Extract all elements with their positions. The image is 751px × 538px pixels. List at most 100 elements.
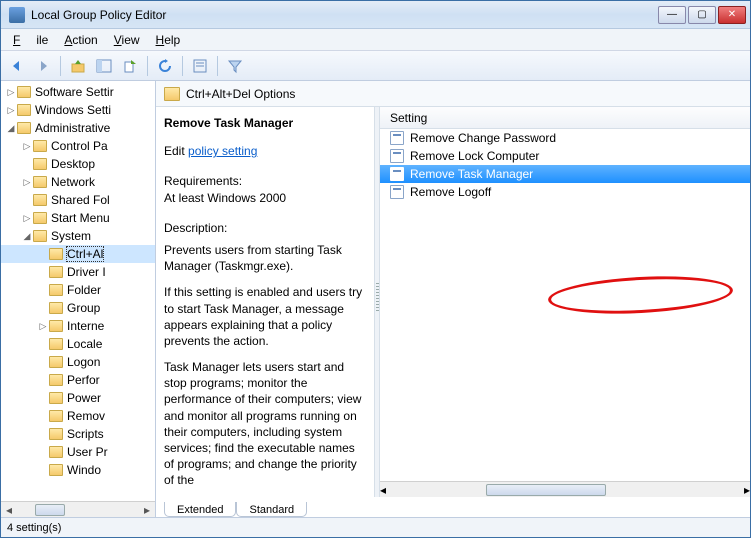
tree-item[interactable]: Scripts <box>1 425 155 443</box>
filter-button[interactable] <box>223 54 247 78</box>
tree-item-label: Logon <box>67 355 100 369</box>
tree-item[interactable]: Power <box>1 389 155 407</box>
expand-icon[interactable]: ▷ <box>37 321 49 332</box>
folder-icon <box>49 320 63 332</box>
tree-item[interactable]: Desktop <box>1 155 155 173</box>
list-column-header[interactable]: Setting <box>380 107 750 129</box>
tree-item[interactable]: Group <box>1 299 155 317</box>
tree-item-label: Network <box>51 175 95 189</box>
tree-item[interactable]: ▷ Windows Setti <box>1 101 155 119</box>
breadcrumb-label: Ctrl+Alt+Del Options <box>186 87 295 101</box>
app-window: Local Group Policy Editor — ▢ ✕ File Act… <box>0 0 751 538</box>
expand-icon[interactable]: ▷ <box>21 141 33 152</box>
list-row[interactable]: Remove Logoff <box>380 183 750 201</box>
tree-item[interactable]: ▷ Start Menu <box>1 209 155 227</box>
tree-item-label: Interne <box>67 319 104 333</box>
tree-item[interactable]: Ctrl+Al <box>1 245 155 263</box>
tree-item-label: Ctrl+Al <box>67 247 103 261</box>
policy-icon <box>390 131 404 145</box>
properties-button[interactable] <box>188 54 212 78</box>
collapse-icon[interactable]: ◢ <box>21 231 33 242</box>
folder-icon <box>49 356 63 368</box>
tree-item-label: System <box>51 229 91 243</box>
statusbar: 4 setting(s) <box>1 517 750 537</box>
tree-item-label: Windows Setti <box>35 103 111 117</box>
column-label: Setting <box>390 111 427 125</box>
list-row[interactable]: Remove Lock Computer <box>380 147 750 165</box>
tree-item-label: Driver I <box>67 265 106 279</box>
folder-icon <box>17 86 31 98</box>
tree-item[interactable]: Windo <box>1 461 155 479</box>
requirements-label: Requirements: <box>164 173 364 189</box>
description-text-2: If this setting is enabled and users try… <box>164 284 364 349</box>
tree-item[interactable]: Remov <box>1 407 155 425</box>
description-label: Description: <box>164 220 364 236</box>
tree-item[interactable]: ◢ System <box>1 227 155 245</box>
tree-item-label: User Pr <box>67 445 108 459</box>
export-button[interactable] <box>118 54 142 78</box>
back-button[interactable] <box>5 54 29 78</box>
expand-icon[interactable]: ▷ <box>21 177 33 188</box>
detail-pane: Remove Task Manager Edit policy setting … <box>156 107 374 497</box>
collapse-icon[interactable]: ◢ <box>5 123 17 134</box>
list-pane: Setting Remove Change Password Remove Loc… <box>380 107 750 497</box>
policy-setting-link[interactable]: policy setting <box>188 144 257 158</box>
tree-item[interactable]: ◢Administrative <box>1 119 155 137</box>
edit-label: Edit <box>164 144 185 158</box>
tree-item-label: Remov <box>67 409 105 423</box>
expand-icon[interactable]: ▷ <box>5 87 17 98</box>
tree-item-label: Software Settir <box>35 85 114 99</box>
tree-hscrollbar[interactable]: ◂ ▸ <box>1 501 155 517</box>
expand-icon[interactable]: ▷ <box>5 105 17 116</box>
tree-item[interactable]: Driver I <box>1 263 155 281</box>
maximize-button[interactable]: ▢ <box>688 6 716 24</box>
tree-item[interactable]: Locale <box>1 335 155 353</box>
tree-item[interactable]: Logon <box>1 353 155 371</box>
menubar: File Action View Help <box>1 29 750 51</box>
close-button[interactable]: ✕ <box>718 6 746 24</box>
tab-extended[interactable]: Extended <box>164 502 236 517</box>
menu-help[interactable]: Help <box>148 31 189 49</box>
folder-icon <box>49 374 63 386</box>
tree-item[interactable]: Shared Fol <box>1 191 155 209</box>
tree-item-label: Perfor <box>67 373 100 387</box>
policy-icon <box>390 149 404 163</box>
tree-item[interactable]: ▷ Network <box>1 173 155 191</box>
tree-item[interactable]: Folder <box>1 281 155 299</box>
list-row[interactable]: Remove Task Manager <box>380 165 750 183</box>
list-row[interactable]: Remove Change Password <box>380 129 750 147</box>
minimize-button[interactable]: — <box>658 6 686 24</box>
folder-icon <box>33 140 47 152</box>
list-item-label: Remove Task Manager <box>410 167 533 181</box>
list-item-label: Remove Change Password <box>410 131 556 145</box>
folder-icon <box>49 248 63 260</box>
list-item-label: Remove Logoff <box>410 185 491 199</box>
menu-action[interactable]: Action <box>56 31 105 49</box>
refresh-button[interactable] <box>153 54 177 78</box>
tree-item-label: Group <box>67 301 100 315</box>
view-tabs: Extended Standard <box>156 497 750 517</box>
menu-view[interactable]: View <box>106 31 148 49</box>
tab-standard[interactable]: Standard <box>236 502 307 517</box>
tree-item[interactable]: Perfor <box>1 371 155 389</box>
app-icon <box>9 7 25 23</box>
tree-item[interactable]: ▷ Software Settir <box>1 83 155 101</box>
up-button[interactable] <box>66 54 90 78</box>
menu-file[interactable]: File <box>5 31 56 49</box>
folder-icon <box>49 284 63 296</box>
folder-icon <box>17 122 31 134</box>
folder-icon <box>17 104 31 116</box>
expand-icon[interactable]: ▷ <box>21 213 33 224</box>
folder-icon <box>33 176 47 188</box>
show-hide-tree-button[interactable] <box>92 54 116 78</box>
description-text-1: Prevents users from starting Task Manage… <box>164 242 364 274</box>
toolbar-sep <box>147 56 148 76</box>
tree-item[interactable]: User Pr <box>1 443 155 461</box>
list-item-label: Remove Lock Computer <box>410 149 539 163</box>
list-hscrollbar[interactable]: ◂ ▸ <box>380 481 750 497</box>
tree-item[interactable]: ▷ Interne <box>1 317 155 335</box>
forward-button[interactable] <box>31 54 55 78</box>
tree-item-label: Start Menu <box>51 211 110 225</box>
folder-icon <box>33 158 47 170</box>
tree-item[interactable]: ▷Control Pa <box>1 137 155 155</box>
